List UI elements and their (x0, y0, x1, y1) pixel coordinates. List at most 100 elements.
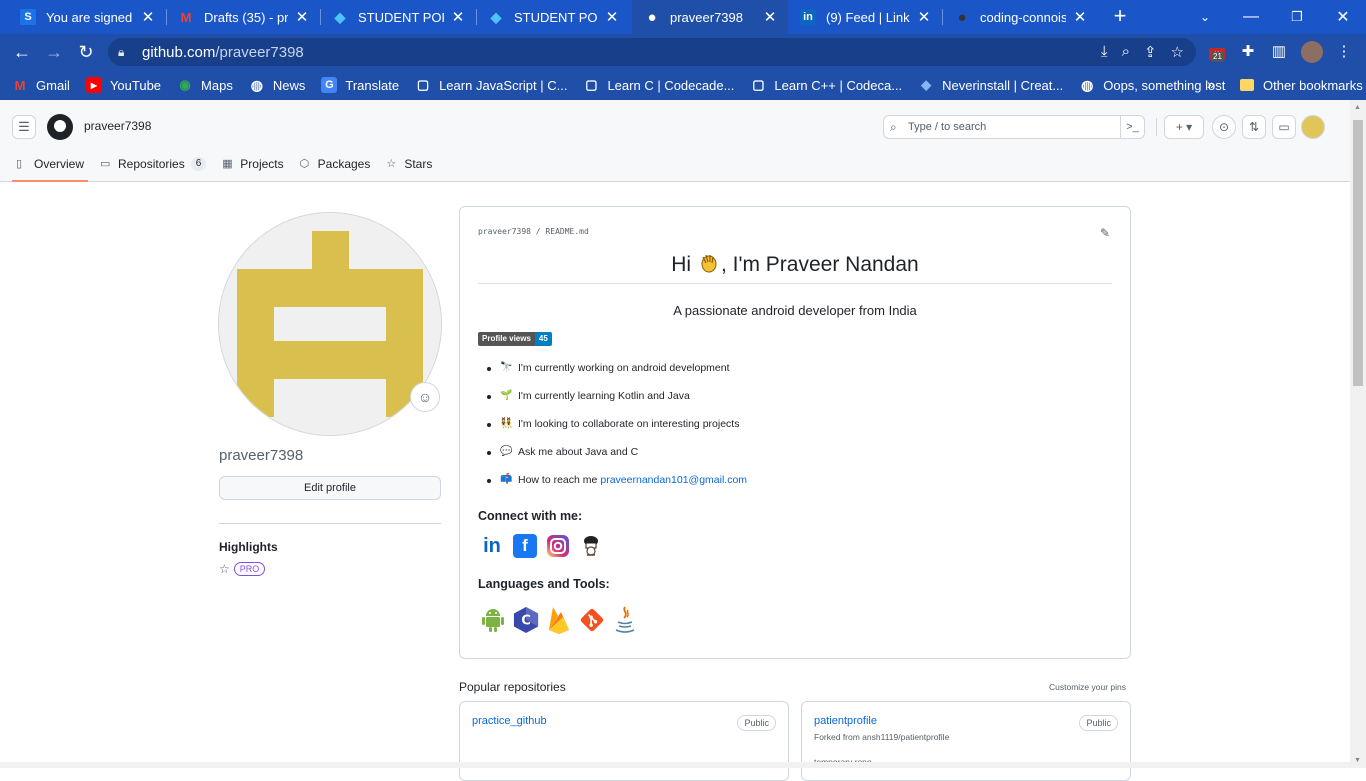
issues-icon[interactable]: ⊙ (1212, 115, 1236, 139)
search-input[interactable]: ⌕ Type / to search >_ (883, 115, 1145, 139)
browser-tab[interactable]: in (9) Feed | LinkedIn ✕ (788, 0, 942, 34)
forward-icon[interactable]: → (42, 40, 66, 64)
scrollbar-thumb[interactable] (1353, 120, 1363, 386)
lock-icon[interactable]: 🔒︎ (118, 45, 134, 60)
command-palette-icon[interactable]: >_ (1120, 116, 1144, 138)
close-icon[interactable]: ✕ (450, 8, 466, 26)
tab-strip: S You are signed in ✕ M Drafts (35) - pr… (0, 0, 1366, 34)
student-portal-icon: ◆ (334, 8, 346, 25)
close-icon[interactable]: ✕ (1072, 8, 1088, 26)
telescope-icon: 🔭 (500, 362, 513, 373)
close-icon[interactable]: ✕ (762, 8, 778, 26)
customize-pins-link[interactable]: Customize your pins (1049, 682, 1126, 692)
set-status-button[interactable]: ☺ (410, 382, 440, 412)
linkedin-icon[interactable]: in (480, 534, 504, 558)
scroll-up-icon[interactable]: ▲ (1354, 104, 1361, 111)
list-item: 🔭 I'm currently working on android develo… (486, 362, 747, 390)
minimize-icon[interactable]: — (1228, 0, 1274, 34)
browser-tab[interactable]: ● coding-connoisseur ✕ (942, 0, 1098, 34)
header-username[interactable]: praveer7398 (84, 119, 151, 133)
codechef-icon[interactable] (579, 534, 603, 558)
tab-packages[interactable]: ⬡ Packages (300, 154, 371, 182)
tab-overview[interactable]: ▯ Overview (11, 154, 89, 182)
browser-tab-active[interactable]: ● praveer7398 ✕ (632, 0, 788, 34)
languages-heading: Languages and Tools: (478, 577, 610, 591)
extension-icon[interactable]: u 21 (1206, 41, 1228, 63)
codecademy-icon: ▢ (585, 77, 598, 92)
tab-projects[interactable]: ▦ Projects (222, 154, 283, 182)
tab-stars[interactable]: ☆ Stars (386, 154, 432, 182)
browser-tab[interactable]: S You are signed in ✕ (8, 0, 166, 34)
highlights-pro: ☆ PRO (219, 562, 266, 576)
readme-heading: Hi , I'm Praveer Nandan (478, 251, 1112, 284)
close-icon[interactable]: ✕ (140, 8, 156, 26)
bookmark-neverinstall[interactable]: ◆ Neverinstall | Creat... (918, 77, 1063, 93)
side-panel-icon[interactable]: ▥ (1268, 41, 1290, 63)
bookmark-star-icon[interactable]: ☆ (1171, 43, 1184, 61)
bookmark-translate[interactable]: G Translate (321, 77, 399, 93)
git-icon[interactable] (579, 605, 605, 635)
puzzle-icon[interactable]: ✚ (1237, 41, 1259, 63)
bookmark-youtube[interactable]: ▶ YouTube (85, 77, 161, 93)
bookmarks-overflow-icon[interactable]: » (1207, 76, 1215, 92)
github-logo-icon[interactable] (47, 114, 73, 140)
extension-badge: 21 (1211, 52, 1224, 62)
pro-badge[interactable]: PRO (233, 562, 266, 576)
c-language-icon[interactable]: C (513, 605, 539, 635)
java-icon[interactable] (612, 605, 638, 635)
repo-name-link[interactable]: practice_github (472, 715, 547, 727)
bookmark-oops[interactable]: ◍ Oops, something lost (1079, 77, 1225, 93)
zoom-icon[interactable]: ⌕ (1122, 43, 1130, 61)
maps-icon: ◉ (179, 77, 191, 92)
bookmark-gmail[interactable]: M Gmail (12, 77, 70, 93)
bookmark-maps[interactable]: ◉ Maps (177, 77, 232, 93)
tab-repositories[interactable]: ▭ Repositories 6 (100, 154, 207, 182)
vertical-scrollbar[interactable]: ▲ ▼ (1350, 100, 1366, 768)
edit-profile-button[interactable]: Edit profile (219, 476, 441, 500)
browser-tab[interactable]: ◆ STUDENT PORTAL ✕ (320, 0, 476, 34)
profile-avatar[interactable] (1301, 41, 1323, 63)
github-icon: ● (957, 8, 967, 26)
profile-avatar-large[interactable] (218, 212, 442, 436)
back-icon[interactable]: ← (10, 40, 34, 64)
pull-requests-icon[interactable]: ⇅ (1242, 115, 1266, 139)
browser-tab[interactable]: M Drafts (35) - prav ✕ (166, 0, 320, 34)
repo-name-link[interactable]: patientprofile (814, 715, 877, 727)
readme-path[interactable]: praveer7398 / README.md (478, 227, 589, 236)
horizontal-scrollbar[interactable] (0, 762, 1350, 768)
reload-icon[interactable]: ↻ (74, 40, 98, 64)
instagram-icon[interactable] (546, 534, 570, 558)
bookmark-learn-cpp[interactable]: ▢ Learn C++ | Codeca... (750, 77, 902, 93)
forked-from-text[interactable]: Forked from ansh1119/patientprofile (814, 732, 949, 742)
scroll-down-icon[interactable]: ▼ (1354, 757, 1361, 764)
email-link[interactable]: praveernandan101@gmail.com (600, 474, 747, 486)
address-bar[interactable]: 🔒︎ github.com/praveer7398 ⤓ ⌕ ⇪ ☆ (108, 38, 1196, 66)
tab-search-icon[interactable]: ⌄ (1182, 0, 1228, 34)
inbox-icon[interactable]: ▭ (1272, 115, 1296, 139)
bookmark-learn-c[interactable]: ▢ Learn C | Codecade... (583, 77, 734, 93)
create-new-button[interactable]: + ▾ (1164, 115, 1204, 139)
share-icon[interactable]: ⇪ (1144, 43, 1157, 61)
codecademy-icon: ▢ (416, 77, 430, 92)
pencil-icon[interactable]: ✎ (1100, 226, 1110, 240)
user-avatar[interactable] (1301, 115, 1325, 139)
firebase-icon[interactable] (546, 605, 572, 635)
android-icon[interactable] (480, 605, 506, 635)
facebook-icon[interactable]: f (513, 534, 537, 558)
close-icon[interactable]: ✕ (294, 8, 310, 26)
close-icon[interactable]: ✕ (604, 8, 620, 26)
browser-tab[interactable]: ◆ STUDENT PORTAL ✕ (476, 0, 630, 34)
bookmark-learn-javascript[interactable]: ▢ Learn JavaScript | C... (415, 77, 568, 93)
close-icon[interactable]: ✕ (916, 8, 932, 26)
repo-card: patientprofile Public Forked from ansh11… (801, 701, 1131, 781)
restore-icon[interactable]: ❐ (1274, 0, 1320, 34)
hamburger-menu-icon[interactable]: ☰ (12, 115, 36, 139)
close-window-icon[interactable]: ✕ (1320, 0, 1366, 34)
bookmark-news[interactable]: ◍ News (249, 77, 306, 93)
new-tab-button[interactable]: + (1108, 5, 1132, 29)
people-icon: 👯 (500, 418, 513, 429)
menu-icon[interactable]: ⋮ (1333, 41, 1355, 63)
install-icon[interactable]: ⤓ (1101, 43, 1108, 61)
signed-in-site-icon: S (20, 9, 36, 25)
other-bookmarks[interactable]: Other bookmarks (1240, 70, 1363, 100)
